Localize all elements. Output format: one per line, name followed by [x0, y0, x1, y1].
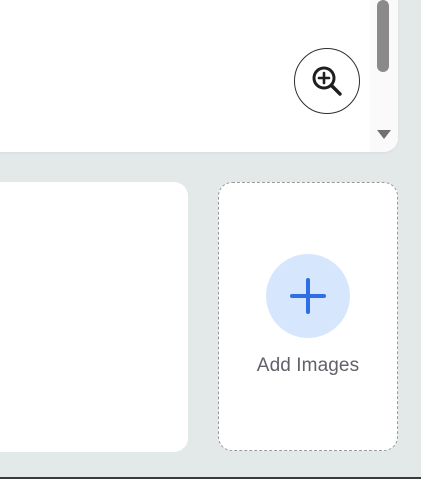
zoom-in-button[interactable]	[294, 48, 360, 114]
scrollbar-thumb[interactable]	[377, 0, 389, 72]
add-images-label: Add Images	[256, 355, 360, 376]
scroll-down-arrow-icon[interactable]	[377, 130, 391, 139]
preview-scrollbar[interactable]	[370, 0, 398, 152]
add-images-icon-circle	[266, 254, 350, 338]
image-card[interactable]	[0, 182, 188, 452]
plus-icon	[290, 278, 326, 314]
zoom-in-icon	[312, 66, 342, 96]
add-images-button[interactable]: Add Images	[218, 182, 398, 451]
